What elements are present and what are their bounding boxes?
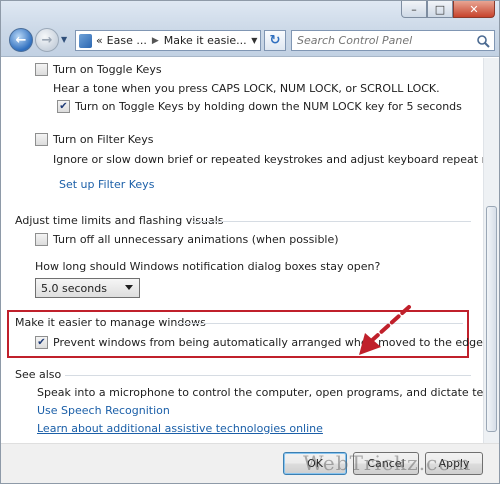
- control-panel-icon: [79, 33, 92, 48]
- assistive-technologies-link[interactable]: Learn about additional assistive technol…: [37, 422, 323, 435]
- manage-windows-divider: [177, 323, 463, 324]
- back-arrow-icon: ←: [15, 32, 27, 48]
- prevent-auto-arrange-option[interactable]: ✔ Prevent windows from being automatical…: [35, 336, 483, 349]
- search-icon[interactable]: [476, 34, 490, 48]
- turn-off-animations-checkbox[interactable]: [35, 233, 48, 246]
- forward-arrow-icon: →: [41, 32, 53, 48]
- toggle-keys-hold-numlock-label: Turn on Toggle Keys by holding down the …: [75, 100, 462, 113]
- cancel-button[interactable]: Cancel: [353, 452, 419, 475]
- notification-duration-select[interactable]: 5.0 seconds: [35, 278, 140, 298]
- notification-duration-value: 5.0 seconds: [41, 281, 107, 295]
- window-chrome: – □ ✕ ← → ▼ « Ease ... ▶ Make it easie..…: [1, 1, 499, 57]
- toggle-keys-option[interactable]: Turn on Toggle Keys: [35, 63, 162, 76]
- toggle-keys-label: Turn on Toggle Keys: [53, 63, 162, 76]
- toggle-keys-hold-numlock-checkbox[interactable]: ✔: [57, 100, 70, 113]
- address-dropdown-icon[interactable]: ▼: [249, 31, 260, 50]
- search-box[interactable]: [291, 30, 495, 51]
- dropdown-arrow-icon: [125, 285, 133, 290]
- breadcrumb-make-it-easier[interactable]: Make it easie...: [162, 34, 249, 47]
- speech-recognition-description: Speak into a microphone to control the c…: [37, 386, 483, 399]
- dialog-footer: OK Cancel Apply: [1, 443, 499, 483]
- close-button[interactable]: ✕: [453, 1, 495, 18]
- breadcrumb-separator-icon[interactable]: ▶: [149, 36, 162, 46]
- caption-buttons: – □ ✕: [401, 1, 495, 19]
- minimize-button[interactable]: –: [401, 1, 427, 18]
- notification-duration-question: How long should Windows notification dia…: [35, 260, 381, 273]
- prevent-auto-arrange-label: Prevent windows from being automatically…: [53, 336, 483, 349]
- see-also-divider: [65, 375, 471, 376]
- vertical-scrollbar[interactable]: [483, 58, 499, 443]
- use-speech-recognition-link[interactable]: Use Speech Recognition: [37, 404, 170, 417]
- search-input[interactable]: [297, 34, 467, 47]
- turn-off-animations-option[interactable]: Turn off all unnecessary animations (whe…: [35, 233, 339, 246]
- refresh-button[interactable]: ↻: [264, 30, 286, 51]
- filter-keys-option[interactable]: Turn on Filter Keys: [35, 133, 153, 146]
- breadcrumb-overflow[interactable]: «: [94, 34, 105, 47]
- set-up-filter-keys-link[interactable]: Set up Filter Keys: [59, 178, 154, 191]
- toggle-keys-checkbox[interactable]: [35, 63, 48, 76]
- toggle-keys-description: Hear a tone when you press CAPS LOCK, NU…: [53, 82, 440, 95]
- turn-off-animations-label: Turn off all unnecessary animations (whe…: [53, 233, 339, 246]
- filter-keys-description: Ignore or slow down brief or repeated ke…: [53, 153, 483, 166]
- toggle-keys-hold-numlock-option[interactable]: ✔ Turn on Toggle Keys by holding down th…: [57, 100, 462, 113]
- address-bar[interactable]: « Ease ... ▶ Make it easie... ▼: [75, 30, 261, 51]
- see-also-heading: See also: [15, 368, 62, 381]
- time-limits-divider: [193, 221, 471, 222]
- control-panel-window: – □ ✕ ← → ▼ « Ease ... ▶ Make it easie..…: [0, 0, 500, 484]
- navigation-bar: ← → ▼ « Ease ... ▶ Make it easie... ▼ ↻: [5, 28, 495, 54]
- refresh-icon: ↻: [269, 33, 281, 48]
- prevent-auto-arrange-checkbox[interactable]: ✔: [35, 336, 48, 349]
- breadcrumb-ease-of-access[interactable]: Ease ...: [105, 34, 149, 47]
- apply-button[interactable]: Apply: [425, 452, 483, 475]
- maximize-button[interactable]: □: [427, 1, 453, 18]
- filter-keys-label: Turn on Filter Keys: [53, 133, 154, 146]
- back-button[interactable]: ←: [9, 28, 33, 52]
- scrollbar-thumb[interactable]: [486, 206, 497, 432]
- annotation-arrow-icon: [359, 305, 411, 355]
- settings-content: Turn on Toggle Keys Hear a tone when you…: [1, 58, 483, 443]
- forward-button[interactable]: →: [35, 28, 59, 52]
- recent-pages-dropdown-icon[interactable]: ▼: [61, 35, 67, 44]
- ok-button[interactable]: OK: [283, 452, 347, 475]
- filter-keys-checkbox[interactable]: [35, 133, 48, 146]
